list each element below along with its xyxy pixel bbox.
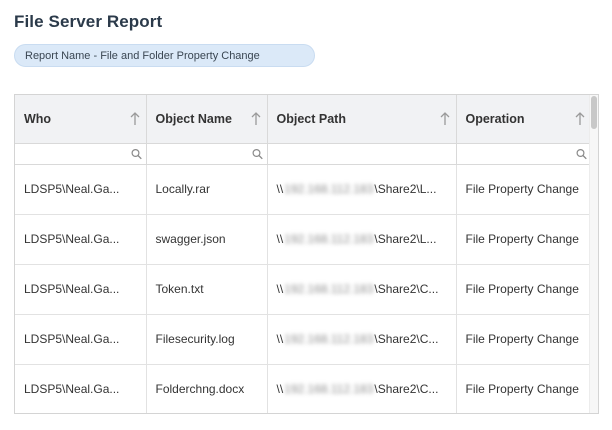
search-icon[interactable] (130, 148, 142, 159)
cell-operation: File Property Change (456, 164, 591, 215)
table-row[interactable]: LDSP5\Neal.Ga... Token.txt \\192.168.112.1… (15, 264, 591, 315)
table-row[interactable]: LDSP5\Neal.Ga... Filesecurity.log \\192.16… (15, 314, 591, 365)
arrow-up-icon[interactable] (439, 111, 451, 126)
column-label: Object Path (276, 111, 346, 126)
vertical-scrollbar[interactable] (589, 95, 598, 413)
cell-who: LDSP5\Neal.Ga... (15, 164, 147, 215)
cell-object-path: \\192.168.112.183\Share2\C... (267, 314, 457, 365)
table-row[interactable]: LDSP5\Neal.Ga... Locally.rar \\192.168.112… (15, 164, 591, 215)
cell-who: LDSP5\Neal.Ga... (15, 364, 147, 413)
redacted-server-address: 192.168.112.183 (284, 382, 374, 396)
cell-operation: File Property Change (456, 364, 591, 413)
path-suffix: \Share2\C... (374, 282, 439, 296)
column-header-operation[interactable]: Operation (456, 95, 591, 144)
cell-operation: File Property Change (456, 314, 591, 365)
header-row: Who Object Name Object Path Operation (15, 95, 591, 144)
report-grid: Who Object Name Object Path Operation LD… (14, 94, 599, 414)
filter-cell-operation (456, 143, 591, 165)
path-suffix: \Share2\L... (374, 182, 437, 196)
report-table: Who Object Name Object Path Operation LD… (15, 95, 591, 413)
cell-object-path: \\192.168.112.183\Share2\C... (267, 264, 457, 315)
cell-object-name: Folderchng.docx (146, 364, 268, 413)
cell-object-name: Locally.rar (146, 164, 268, 215)
column-label: Who (24, 111, 52, 126)
arrow-up-icon[interactable] (129, 111, 141, 126)
column-label: Object Name (155, 111, 232, 126)
cell-object-name: swagger.json (146, 214, 268, 265)
path-prefix: \\ (276, 232, 284, 246)
cell-operation: File Property Change (456, 264, 591, 315)
arrow-up-icon[interactable] (250, 111, 262, 126)
cell-object-name: Token.txt (146, 264, 268, 315)
path-suffix: \Share2\C... (374, 332, 439, 346)
cell-object-name: Filesecurity.log (146, 314, 268, 365)
cell-who: LDSP5\Neal.Ga... (15, 314, 147, 365)
scrollbar-thumb[interactable] (591, 96, 597, 129)
cell-who: LDSP5\Neal.Ga... (15, 264, 147, 315)
filter-cell-object-name (146, 143, 268, 165)
column-header-object-path[interactable]: Object Path (267, 95, 457, 144)
filter-input-who[interactable] (15, 143, 130, 164)
redacted-server-address: 192.168.112.183 (284, 232, 374, 246)
cell-object-path: \\192.168.112.183\Share2\C... (267, 364, 457, 413)
path-prefix: \\ (276, 332, 284, 346)
page-title: File Server Report (14, 12, 163, 31)
table-row[interactable]: LDSP5\Neal.Ga... swagger.json \\192.168.11… (15, 214, 591, 265)
filter-cell-object-path (267, 143, 457, 165)
filter-input-object-name[interactable] (146, 143, 251, 164)
column-header-object-name[interactable]: Object Name (146, 95, 268, 144)
column-label: Operation (465, 111, 525, 126)
report-name-chip: Report Name - File and Folder Property C… (14, 44, 315, 67)
path-prefix: \\ (276, 182, 284, 196)
cell-who: LDSP5\Neal.Ga... (15, 214, 147, 265)
filter-cell-who (15, 143, 147, 165)
filter-row (15, 143, 591, 165)
cell-object-path: \\192.168.112.183\Share2\L... (267, 214, 457, 265)
redacted-server-address: 192.168.112.183 (284, 182, 374, 196)
filter-input-operation[interactable] (456, 143, 575, 164)
path-suffix: \Share2\C... (374, 382, 439, 396)
table-row[interactable]: LDSP5\Neal.Ga... Folderchng.docx \\192.168… (15, 364, 591, 413)
redacted-server-address: 192.168.112.183 (284, 332, 374, 346)
column-header-who[interactable]: Who (15, 95, 147, 144)
cell-operation: File Property Change (456, 214, 591, 265)
path-prefix: \\ (276, 282, 284, 296)
search-icon[interactable] (251, 148, 263, 159)
path-prefix: \\ (276, 382, 284, 396)
table-body: LDSP5\Neal.Ga... Locally.rar \\192.168.112… (15, 164, 591, 413)
cell-object-path: \\192.168.112.183\Share2\L... (267, 164, 457, 215)
arrow-up-icon[interactable] (574, 111, 586, 126)
path-suffix: \Share2\L... (374, 232, 437, 246)
search-icon[interactable] (576, 148, 587, 159)
redacted-server-address: 192.168.112.183 (284, 282, 374, 296)
